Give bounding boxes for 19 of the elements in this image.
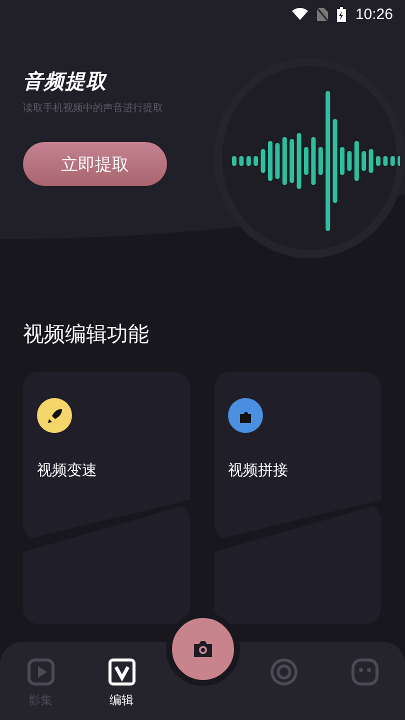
hero-title: 音频提取 [23,68,108,95]
status-time: 10:26 [355,6,393,22]
feature-card[interactable]: 视频拼接 [214,372,381,540]
feature-label: 视频变速 [37,461,98,480]
rocket-icon [46,406,64,424]
face-icon [350,658,378,686]
camera-icon [192,640,214,658]
nav-tab[interactable]: 编辑 [81,642,162,720]
nav-label: 编辑 [110,692,134,709]
extract-button[interactable]: 立即提取 [23,142,167,186]
feature-card[interactable]: 视频变速 [23,372,190,540]
play-icon [26,658,54,686]
battery-icon [337,6,346,22]
section-title: 视频编辑功能 [22,321,150,348]
spiral-icon [270,658,298,686]
wifi-icon [292,8,308,20]
hero-subtitle: 读取手机视频中的声音进行提取 [23,102,164,115]
v-icon [108,658,136,686]
feature-label: 视频拼接 [228,461,289,480]
